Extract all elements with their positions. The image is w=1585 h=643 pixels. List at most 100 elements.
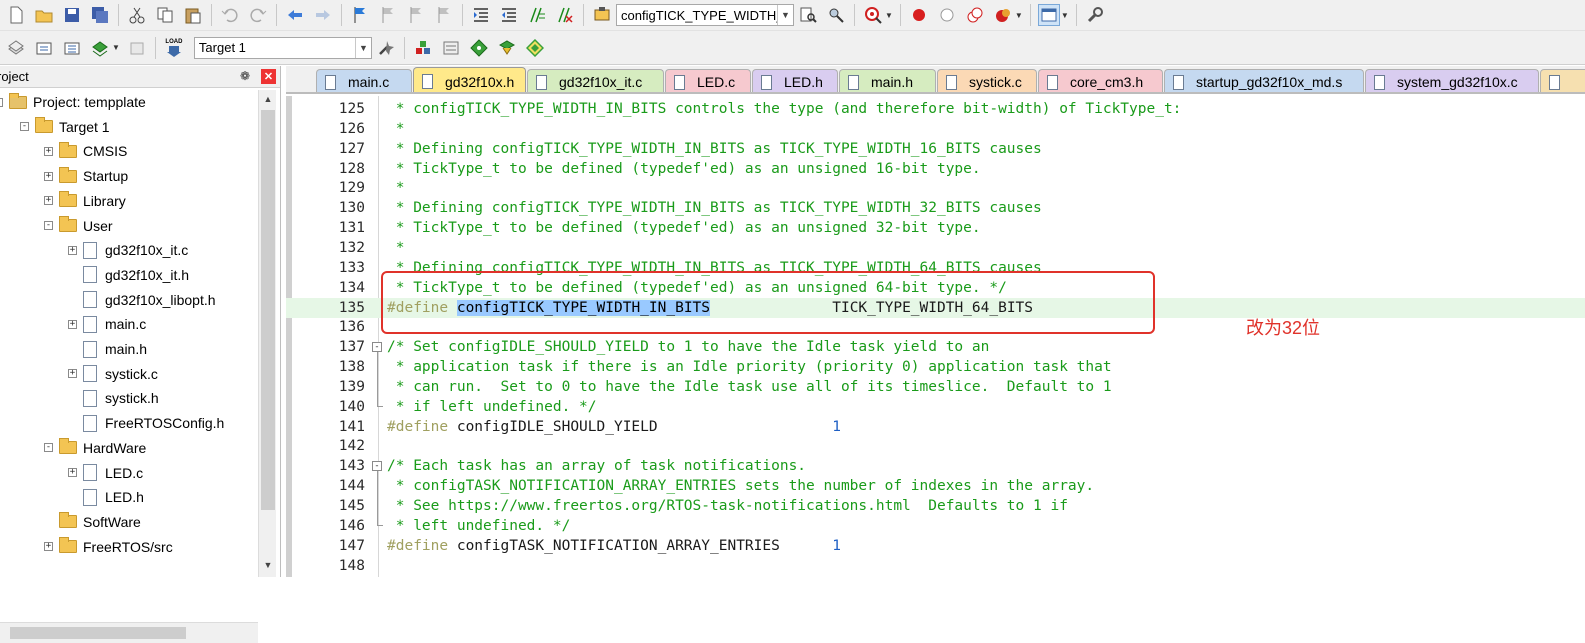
tree-item[interactable]: + Library xyxy=(44,189,126,213)
select-packs-icon[interactable] xyxy=(468,37,490,59)
tree-item[interactable]: + main.c xyxy=(68,312,146,336)
pin-icon[interactable]: ❁ xyxy=(240,69,250,83)
tree-item[interactable]: - Project: tempplate xyxy=(0,90,146,114)
tree-item[interactable]: + CMSIS xyxy=(44,139,127,163)
download-icon[interactable]: LOAD xyxy=(163,37,185,59)
chevron-down-icon[interactable]: ▼ xyxy=(777,5,793,25)
next-bookmark-icon[interactable] xyxy=(405,4,427,26)
expand-icon[interactable]: + xyxy=(44,196,53,206)
tree-item[interactable]: LED.h xyxy=(68,485,144,509)
prev-bookmark-icon[interactable] xyxy=(377,4,399,26)
scroll-down-icon[interactable]: ▼ xyxy=(262,560,274,572)
code-line[interactable]: 130 * Defining configTICK_TYPE_WIDTH_IN_… xyxy=(286,198,1585,218)
tree-item[interactable]: systick.h xyxy=(68,386,159,410)
manage-project-items-icon[interactable] xyxy=(412,37,434,59)
editor-tab[interactable]: systick.c xyxy=(937,69,1037,92)
stop-build-icon[interactable] xyxy=(126,37,148,59)
code-line[interactable]: 145 * See https://www.freertos.org/RTOS-… xyxy=(286,496,1585,516)
code-line[interactable]: 141 #define configIDLE_SHOULD_YIELD 1 xyxy=(286,417,1585,437)
breakpoint-icon[interactable] xyxy=(908,4,930,26)
save-all-icon[interactable] xyxy=(89,4,111,26)
tree-item[interactable]: SoftWare xyxy=(44,510,141,534)
disable-breakpoint-icon[interactable] xyxy=(936,4,958,26)
editor-tab[interactable]: core_cm3.h xyxy=(1038,69,1163,92)
code-line[interactable]: 144 * configTASK_NOTIFICATION_ARRAY_ENTR… xyxy=(286,476,1585,496)
editor-tab[interactable]: system_gd32f10x.c xyxy=(1365,69,1539,92)
vertical-scrollbar[interactable]: ▲ ▼ xyxy=(258,90,276,577)
editor-tab[interactable]: LED.c xyxy=(665,69,751,92)
nav-forward-icon[interactable] xyxy=(312,4,334,26)
editor-tab[interactable]: startup_gd32f10x_md.s xyxy=(1164,69,1364,92)
editor-tab-overflow[interactable] xyxy=(1540,69,1585,92)
chevron-down-icon[interactable]: ▼ xyxy=(354,37,371,58)
file-extensions-icon[interactable] xyxy=(440,37,462,59)
new-file-icon[interactable] xyxy=(5,4,27,26)
code-line[interactable]: 131 * TickType_t to be defined (typedef'… xyxy=(286,218,1585,238)
expand-icon[interactable]: + xyxy=(44,171,53,181)
disable-all-breakpoints-icon[interactable] xyxy=(964,4,986,26)
run-time-environment-icon[interactable] xyxy=(524,37,546,59)
tree-item[interactable]: + FreeRTOS/src xyxy=(44,535,173,559)
scrollbar-thumb[interactable] xyxy=(261,110,275,510)
configure-icon[interactable] xyxy=(1084,4,1106,26)
target-select[interactable]: Target 1 ▼ xyxy=(193,36,372,59)
rebuild-icon[interactable] xyxy=(61,37,83,59)
tree-item[interactable]: - HardWare xyxy=(44,436,146,460)
expand-icon[interactable]: + xyxy=(44,146,53,156)
code-line[interactable]: 128 * TickType_t to be defined (typedef'… xyxy=(286,159,1585,179)
code-line[interactable]: 148 xyxy=(286,556,1585,576)
find-combo[interactable]: configTICK_TYPE_WIDTH_ ▼ xyxy=(616,4,794,26)
uncomment-icon[interactable] xyxy=(554,4,576,26)
code-line[interactable]: 132 * xyxy=(286,238,1585,258)
editor-tab[interactable]: LED.h xyxy=(752,69,838,92)
horizontal-scrollbar[interactable] xyxy=(0,622,258,643)
incremental-find-icon[interactable] xyxy=(825,4,847,26)
code-line[interactable]: 127 * Defining configTICK_TYPE_WIDTH_IN_… xyxy=(286,139,1585,159)
code-line[interactable]: 126 * xyxy=(286,119,1585,139)
translate-icon[interactable] xyxy=(5,37,27,59)
batch-build-icon[interactable] xyxy=(89,37,111,59)
clear-bookmarks-icon[interactable] xyxy=(433,4,455,26)
save-icon[interactable] xyxy=(61,4,83,26)
nav-back-icon[interactable] xyxy=(284,4,306,26)
code-line[interactable]: 142 xyxy=(286,436,1585,456)
find-icon[interactable] xyxy=(797,4,819,26)
bookmark-icon[interactable] xyxy=(349,4,371,26)
tree-item[interactable]: + systick.c xyxy=(68,362,158,386)
editor-tab[interactable]: main.c xyxy=(316,69,412,92)
tree-item[interactable]: gd32f10x_it.h xyxy=(68,263,189,287)
window-layout-icon[interactable] xyxy=(1037,4,1060,26)
collapse-icon[interactable]: - xyxy=(44,221,53,230)
expand-icon[interactable]: + xyxy=(68,369,77,379)
code-line[interactable]: 138 * application task if there is an Id… xyxy=(286,357,1585,377)
redo-icon[interactable] xyxy=(247,4,269,26)
fold-toggle-icon[interactable]: - xyxy=(372,461,382,472)
find-in-files-icon[interactable] xyxy=(591,4,613,26)
build-icon[interactable] xyxy=(33,37,55,59)
code-line[interactable]: 125 * configTICK_TYPE_WIDTH_IN_BITS cont… xyxy=(286,99,1585,119)
unindent-icon[interactable] xyxy=(498,4,520,26)
code-line[interactable]: 129 * xyxy=(286,178,1585,198)
editor-tab[interactable]: gd32f10x_it.c xyxy=(527,69,664,92)
scrollbar-thumb[interactable] xyxy=(10,627,186,639)
editor-tab[interactable]: gd32f10x.h xyxy=(413,67,526,92)
collapse-icon[interactable]: - xyxy=(20,122,29,132)
expand-icon[interactable]: + xyxy=(68,245,77,255)
target-options-icon[interactable] xyxy=(375,37,397,59)
code-line[interactable]: 137-/* Set configIDLE_SHOULD_YIELD to 1 … xyxy=(286,337,1585,357)
expand-icon[interactable]: + xyxy=(68,468,77,477)
tree-item[interactable]: + LED.c xyxy=(68,461,143,485)
kill-breakpoints-icon[interactable] xyxy=(992,4,1014,26)
scroll-up-icon[interactable]: ▲ xyxy=(262,94,274,106)
code-line[interactable]: 147 #define configTASK_NOTIFICATION_ARRAY… xyxy=(286,536,1585,556)
code-line[interactable]: 143-/* Each task has an array of task no… xyxy=(286,456,1585,476)
code-line[interactable]: 139 * can run. Set to 0 to have the Idle… xyxy=(286,377,1585,397)
debug-session-icon[interactable] xyxy=(862,4,884,26)
collapse-icon[interactable]: - xyxy=(44,443,53,453)
pack-installer-icon[interactable] xyxy=(496,37,518,59)
tree-item[interactable]: - Target 1 xyxy=(20,115,110,139)
tree-item[interactable]: - User xyxy=(44,214,113,238)
collapse-icon[interactable]: - xyxy=(0,97,3,107)
open-folder-icon[interactable] xyxy=(33,4,55,26)
indent-icon[interactable] xyxy=(470,4,492,26)
